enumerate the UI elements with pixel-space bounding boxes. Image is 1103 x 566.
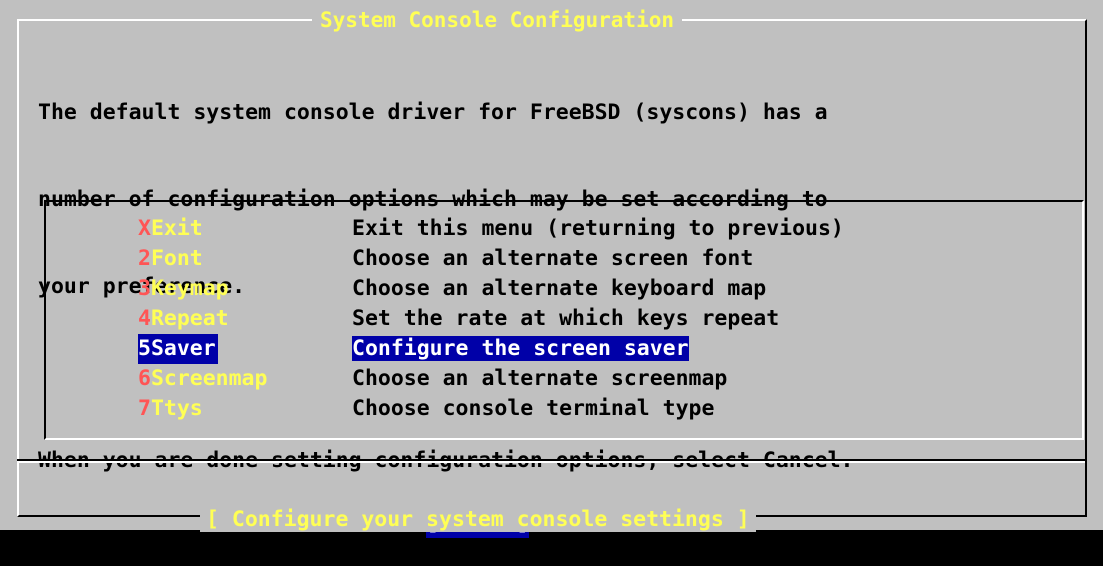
options-menu: XExit Exit this menu (returning to previ… — [138, 214, 844, 424]
menu-item-name: Exit — [150, 216, 203, 241]
menu-item-keymap[interactable]: 3Keymap Choose an alternate keyboard map — [138, 274, 844, 304]
menu-item-hotkey: X — [138, 216, 151, 241]
menu-item-name: Saver — [150, 336, 216, 361]
button-separator — [17, 459, 1085, 463]
menu-item-desc: Choose an alternate keyboard map — [352, 276, 767, 301]
menu-item-font[interactable]: 2Font Choose an alternate screen font — [138, 244, 844, 274]
intro-line-1: The default system console driver for Fr… — [38, 100, 828, 125]
menu-item-saver[interactable]: 5Saver Configure the screen saver — [138, 334, 844, 364]
menu-item-desc: Configure the screen saver — [352, 336, 689, 361]
menu-item-hotkey: 4 — [138, 306, 151, 331]
menu-item-desc: Choose console terminal type — [352, 396, 715, 421]
menu-item-name: Font — [150, 246, 203, 271]
menu-item-name: Repeat — [150, 306, 229, 331]
menu-item-desc: Exit this menu (returning to previous) — [352, 216, 844, 241]
console-config-dialog: System Console Configuration The default… — [0, 0, 1103, 538]
menu-item-name: Screenmap — [150, 366, 268, 391]
status-bar: [ Configure your system console settings… — [200, 508, 756, 532]
menu-item-desc: Choose an alternate screenmap — [352, 366, 728, 391]
dialog-title: System Console Configuration — [312, 8, 683, 32]
menu-item-hotkey: 5 — [138, 336, 151, 361]
menu-item-repeat[interactable]: 4Repeat Set the rate at which keys repea… — [138, 304, 844, 334]
menu-item-hotkey: 6 — [138, 366, 151, 391]
menu-item-name: Keymap — [150, 276, 229, 301]
menu-item-hotkey: 7 — [138, 396, 151, 421]
menu-item-exit[interactable]: XExit Exit this menu (returning to previ… — [138, 214, 844, 244]
menu-item-hotkey: 2 — [138, 246, 151, 271]
menu-item-ttys[interactable]: 7Ttys Choose console terminal type — [138, 394, 844, 424]
menu-item-desc: Choose an alternate screen font — [352, 246, 754, 271]
menu-item-screenmap[interactable]: 6Screenmap Choose an alternate screenmap — [138, 364, 844, 394]
menu-item-name: Ttys — [150, 396, 203, 421]
menu-item-desc: Set the rate at which keys repeat — [352, 306, 780, 331]
menu-item-hotkey: 3 — [138, 276, 151, 301]
